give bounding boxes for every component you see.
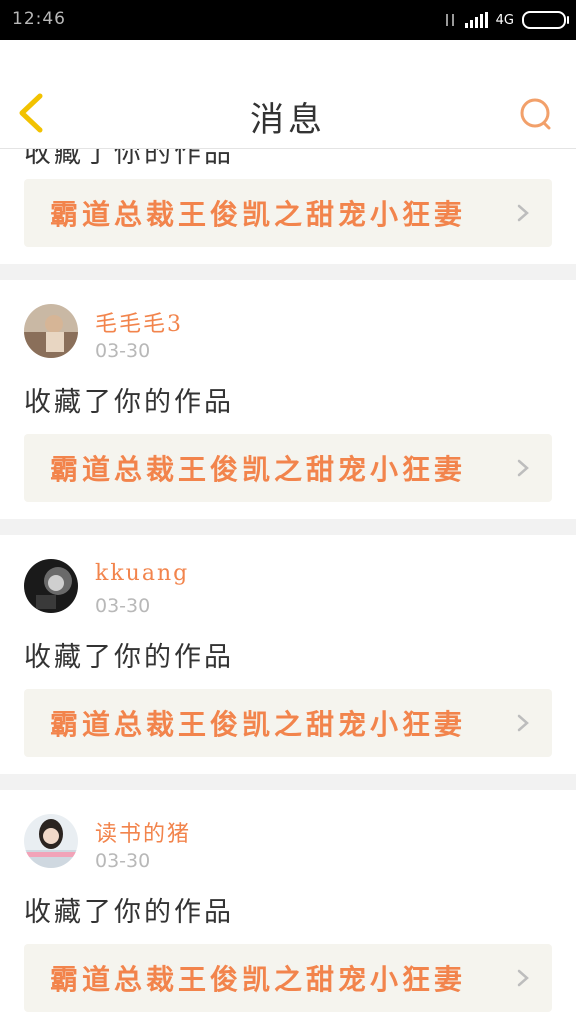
avatar[interactable]	[24, 814, 78, 868]
work-title: 霸道总裁王俊凯之甜宠小狂妻	[50, 198, 467, 231]
work-link[interactable]: 霸道总裁王俊凯之甜宠小狂妻	[24, 434, 552, 502]
message-action: 收藏了你的作品	[24, 897, 234, 928]
message-item: kkuang 03-30 收藏了你的作品 霸道总裁王俊凯之甜宠小狂妻	[0, 535, 576, 774]
message-date: 03-30	[95, 595, 151, 617]
message-action: 收藏了你的作品	[24, 387, 234, 418]
work-title: 霸道总裁王俊凯之甜宠小狂妻	[50, 453, 467, 486]
avatar[interactable]	[24, 304, 78, 358]
username[interactable]: 读书的猪	[95, 816, 191, 848]
message-date: 03-30	[95, 340, 151, 362]
page-title: 消息	[250, 100, 326, 140]
user-avatar-image	[24, 304, 78, 358]
message-action: 收藏了你的作品	[24, 149, 234, 169]
message-item: 读书的猪 03-30 收藏了你的作品 霸道总裁王俊凯之甜宠小狂妻	[0, 790, 576, 1024]
user-avatar-image	[24, 559, 78, 613]
chevron-right-icon	[517, 969, 529, 987]
message-action: 收藏了你的作品	[24, 642, 234, 673]
chevron-right-icon	[517, 204, 529, 222]
username[interactable]: kkuang	[95, 561, 189, 586]
work-title: 霸道总裁王俊凯之甜宠小狂妻	[50, 708, 467, 741]
message-item: 毛毛毛3 03-30 收藏了你的作品 霸道总裁王俊凯之甜宠小狂妻	[0, 280, 576, 519]
message-list[interactable]: 收藏了你的作品 霸道总裁王俊凯之甜宠小狂妻 毛毛毛3 03-30 收藏了你的作品…	[0, 149, 576, 1024]
work-link[interactable]: 霸道总裁王俊凯之甜宠小狂妻	[24, 179, 552, 247]
message-date: 03-30	[95, 850, 151, 872]
chevron-right-icon	[517, 714, 529, 732]
search-icon[interactable]	[518, 96, 554, 132]
status-time: 12:46	[12, 9, 66, 29]
message-item: 收藏了你的作品 霸道总裁王俊凯之甜宠小狂妻	[0, 149, 576, 264]
avatar[interactable]	[24, 559, 78, 613]
top-nav-bar: 消息	[0, 40, 576, 149]
battery-icon	[522, 11, 569, 29]
signal-icon	[464, 12, 488, 28]
data-activity-icon	[443, 12, 457, 28]
network-type: 4G	[495, 12, 514, 28]
status-icons: 4G	[443, 9, 569, 31]
work-link[interactable]: 霸道总裁王俊凯之甜宠小狂妻	[24, 689, 552, 757]
work-title: 霸道总裁王俊凯之甜宠小狂妻	[50, 963, 467, 996]
user-avatar-image	[24, 814, 78, 868]
work-link[interactable]: 霸道总裁王俊凯之甜宠小狂妻	[24, 944, 552, 1012]
status-bar: 12:46 4G	[0, 0, 576, 40]
username[interactable]: 毛毛毛3	[95, 306, 183, 338]
chevron-right-icon	[517, 459, 529, 477]
